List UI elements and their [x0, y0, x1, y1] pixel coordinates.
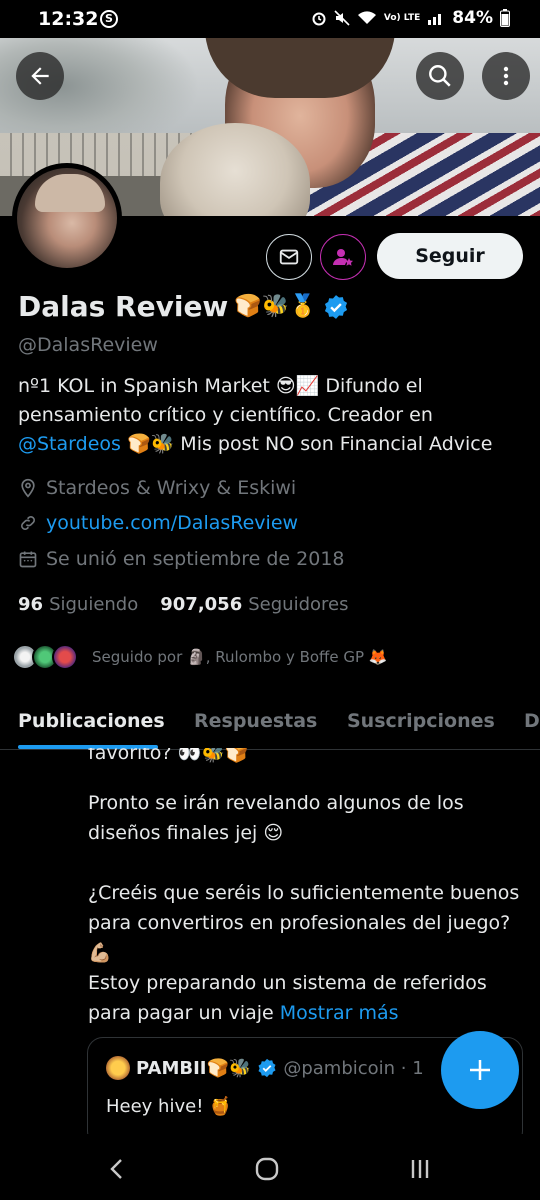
bio-line-3: @Stardeos 🍞🐝 Mis post NO son Financial A…: [18, 430, 528, 459]
compose-button[interactable]: [441, 1031, 519, 1109]
alarm-icon: [312, 12, 326, 26]
tweet-paragraph: Estoy preparando un sistema de referidos…: [88, 972, 487, 1024]
nav-recents-button[interactable]: [405, 1154, 435, 1184]
app-notification-icon: S: [100, 10, 118, 28]
more-vertical-icon: [503, 66, 509, 86]
profile-website: youtube.com/DalasReview: [18, 512, 298, 534]
followed-by-row[interactable]: Seguido por 🗿, Rulombo y Boffe GP 🦊: [12, 644, 388, 670]
tweet-text[interactable]: favorito? 👀🐝🍞 Pronto se irán revelando a…: [88, 748, 528, 1028]
subscribe-person-star-icon: [333, 249, 353, 266]
status-bar: 12:32 S Vo) LTE 84%: [0, 0, 540, 38]
tab-respuestas[interactable]: Respuestas: [194, 710, 317, 732]
avatar-image: [17, 168, 117, 268]
user-handle: @DalasReview: [18, 334, 158, 356]
website-link[interactable]: youtube.com/DalasReview: [46, 512, 298, 534]
followed-by-text: Seguido por 🗿, Rulombo y Boffe GP 🦊: [92, 648, 388, 666]
bio-line-1: nº1 KOL in Spanish Market 😎📈 Difundo el: [18, 375, 423, 397]
joined-text: Se unió en septiembre de 2018: [46, 548, 345, 570]
avatar-hair: [35, 174, 105, 212]
battery-percent: 84%: [452, 8, 493, 28]
home-circle-icon: [255, 1157, 279, 1181]
location-text: Stardeos & Wrixy & Eskiwi: [46, 477, 297, 499]
status-time: 12:32: [38, 8, 99, 30]
more-options-button[interactable]: [482, 52, 530, 100]
mute-icon: [334, 10, 350, 26]
follow-button[interactable]: Seguir: [377, 233, 523, 279]
back-button[interactable]: [16, 52, 64, 100]
bio-line-2: pensamiento crítico y científico. Creado…: [18, 404, 433, 426]
bio-line-3-text: 🍞🐝 Mis post NO son Financial Advice: [120, 433, 493, 455]
tab-publicaciones[interactable]: Publicaciones: [18, 710, 165, 732]
tweet-paragraph: Pronto se irán revelando algunos de los …: [88, 792, 464, 844]
search-button[interactable]: [416, 52, 464, 100]
show-more-link[interactable]: Mostrar más: [280, 1002, 399, 1024]
follower-avatar: [52, 644, 78, 670]
tab-suscripciones[interactable]: Suscripciones: [347, 710, 495, 732]
profile-avatar[interactable]: [12, 163, 122, 273]
following-count: 96: [18, 594, 44, 615]
subscribe-button[interactable]: [320, 234, 366, 280]
followers-label: Seguidores: [248, 594, 349, 615]
quote-body: Heey hive! 🍯: [106, 1096, 232, 1117]
quote-header: PAMBII🍞🐝 @pambicoin · 1: [106, 1056, 424, 1080]
plus-icon: [470, 1060, 490, 1080]
profile-name-row: Dalas Review 🍞🐝🥇: [18, 290, 349, 323]
message-button[interactable]: [266, 234, 312, 280]
quote-author-name: PAMBII🍞🐝: [136, 1057, 252, 1079]
follow-stats: 96 Siguiendo 907,056 Seguidores: [18, 594, 348, 615]
following-stat[interactable]: 96 Siguiendo: [18, 594, 138, 615]
quote-author-handle: @pambicoin · 1: [283, 1057, 424, 1079]
recents-icon: [411, 1160, 429, 1178]
profile-tabs: Publicaciones Respuestas Suscripciones D: [0, 700, 540, 750]
search-icon: [429, 65, 451, 87]
tweet-paragraph: ¿Creéis que seréis lo suficientemente bu…: [88, 882, 520, 964]
profile-bio: nº1 KOL in Spanish Market 😎📈 Difundo el …: [18, 372, 528, 459]
tab-overflow[interactable]: D: [524, 710, 540, 732]
nav-home-button[interactable]: [252, 1154, 282, 1184]
followers-stat[interactable]: 907,056 Seguidores: [160, 594, 348, 615]
wifi-icon: [357, 11, 376, 24]
calendar-icon: [19, 551, 37, 568]
nav-back-button[interactable]: [102, 1154, 132, 1184]
verified-badge-icon: [258, 1058, 276, 1078]
arrow-left-icon: [31, 67, 49, 85]
profile-joined: Se unió en septiembre de 2018: [18, 548, 345, 570]
profile-location: Stardeos & Wrixy & Eskiwi: [18, 477, 296, 499]
display-name: Dalas Review: [18, 290, 229, 323]
chevron-left-icon: [110, 1159, 122, 1179]
tweet-clipped-line: favorito? 👀🐝🍞: [88, 748, 249, 764]
quote-avatar: [106, 1056, 130, 1080]
mail-icon: [279, 249, 299, 265]
network-label: Vo) LTE: [383, 12, 421, 23]
system-nav-bar: [0, 1134, 540, 1200]
name-emojis: 🍞🐝🥇: [234, 293, 317, 319]
location-pin-icon: [21, 478, 35, 498]
followers-count: 907,056: [160, 594, 243, 615]
battery-icon: [500, 9, 510, 27]
bio-mention-link[interactable]: @Stardeos: [18, 433, 121, 455]
link-icon: [21, 516, 35, 530]
verified-badge-icon[interactable]: [323, 294, 349, 320]
signal-icon: [428, 14, 442, 25]
status-indicators: Vo) LTE 84%: [311, 8, 510, 28]
following-label: Siguiendo: [49, 594, 139, 615]
